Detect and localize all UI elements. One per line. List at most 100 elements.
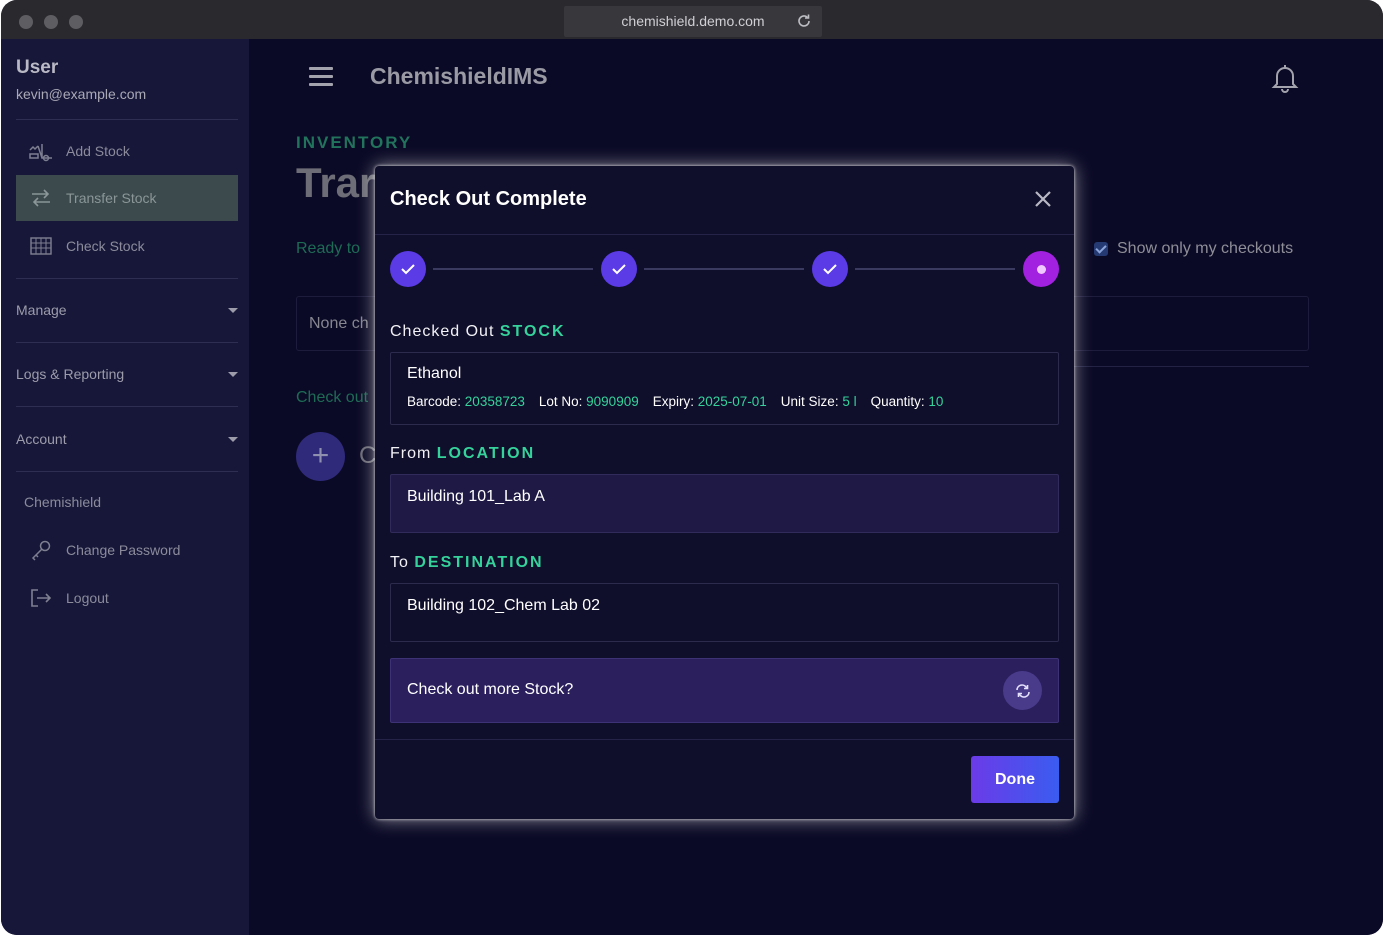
check-out-more-label: Check out more Stock? (407, 681, 574, 698)
grid-icon (16, 237, 66, 255)
sidebar-divider (16, 119, 238, 120)
close-icon[interactable] (1034, 190, 1052, 208)
sidebar-divider (16, 406, 238, 407)
section-accent: LOCATION (436, 445, 536, 462)
to-section-label: To DESTINATION (390, 554, 544, 572)
sidebar-item-logout[interactable]: Logout (16, 575, 238, 621)
done-button[interactable]: Done (971, 756, 1059, 803)
quantity-label: Quantity: (870, 394, 929, 409)
from-section-label: From LOCATION (390, 445, 535, 463)
page-title: Trar (296, 159, 376, 206)
checkbox-checked-icon[interactable] (1094, 242, 1108, 256)
step-3-complete (812, 251, 848, 287)
check-icon (401, 264, 415, 275)
to-destination-value: Building 102_Chem Lab 02 (407, 597, 601, 614)
sidebar-section-label: Chemishield (24, 494, 102, 510)
url-text: chemishield.demo.com (621, 13, 765, 29)
section-label: INVENTORY (296, 133, 413, 152)
sidebar-divider (16, 342, 238, 343)
check-icon (612, 264, 626, 275)
unit-size-value: 5 l (842, 394, 857, 409)
browser-window: chemishield.demo.com User kevin@example.… (1, 0, 1383, 935)
modal-header: Check Out Complete (375, 166, 1074, 235)
check-out-more-button[interactable] (1003, 671, 1042, 710)
sidebar-item-check-stock[interactable]: Check Stock (16, 223, 238, 269)
lot-value: 9090909 (586, 394, 639, 409)
barcode-label: Barcode: (407, 394, 465, 409)
sidebar-item-transfer-stock[interactable]: Transfer Stock (16, 175, 238, 221)
step-connector (433, 268, 593, 270)
section-prefix: From (390, 445, 437, 462)
sidebar-item-label: Check Stock (66, 238, 145, 254)
sidebar-user-name: User (16, 57, 59, 78)
key-icon (16, 539, 66, 561)
maximize-window-dot[interactable] (69, 15, 83, 29)
step-connector (644, 268, 804, 270)
stock-details-box: Ethanol Barcode: 20358723 Lot No: 9090909… (390, 352, 1059, 425)
sidebar-group-label: Manage (16, 302, 67, 318)
check-icon (823, 264, 837, 275)
section-accent: DESTINATION (414, 554, 544, 571)
step-2-complete (601, 251, 637, 287)
section-accent: STOCK (499, 323, 566, 340)
checkout-prompt-text: Check out (296, 389, 369, 406)
current-step-dot-icon (1036, 264, 1046, 274)
sidebar-divider (16, 278, 238, 279)
transfer-arrows-icon (16, 189, 66, 207)
add-checkout-label: C (359, 442, 377, 469)
minimize-window-dot[interactable] (44, 15, 58, 29)
expiry-label: Expiry: (652, 394, 698, 409)
sidebar-group-account[interactable]: Account (16, 424, 238, 454)
modal-title: Check Out Complete (390, 188, 587, 210)
sidebar-item-add-stock[interactable]: Add Stock (16, 128, 238, 174)
add-checkout-button[interactable]: + (296, 432, 345, 481)
sidebar-item-label: Change Password (66, 542, 181, 558)
to-destination-box: Building 102_Chem Lab 02 (390, 583, 1059, 642)
show-only-my-checkouts-toggle[interactable]: Show only my checkouts (1094, 240, 1293, 258)
sidebar-item-label: Logout (66, 590, 109, 606)
quantity-value: 10 (928, 394, 944, 409)
browser-titlebar: chemishield.demo.com (1, 0, 1383, 39)
caret-down-icon (228, 307, 238, 313)
section-prefix: Checked Out (390, 323, 500, 340)
stock-meta: Barcode: 20358723 Lot No: 9090909 Expiry: … (407, 394, 943, 409)
from-location-value: Building 101_Lab A (407, 488, 545, 505)
sidebar-item-label: Add Stock (66, 143, 130, 159)
expiry-value: 2025-07-01 (697, 394, 767, 409)
check-out-complete-modal: Check Out Complete Checked Out STOCK Eth… (375, 166, 1074, 819)
modal-footer-divider (375, 739, 1074, 740)
unit-size-label: Unit Size: (780, 394, 843, 409)
sidebar-group-manage[interactable]: Manage (16, 295, 238, 325)
show-only-my-checkouts-label: Show only my checkouts (1117, 240, 1294, 257)
caret-down-icon (228, 436, 238, 442)
ready-text: Ready to (296, 240, 361, 257)
sidebar-group-label: Account (16, 431, 67, 447)
forklift-icon (16, 140, 66, 162)
address-bar[interactable]: chemishield.demo.com (564, 6, 822, 37)
bell-icon[interactable] (1271, 63, 1299, 93)
close-window-dot[interactable] (19, 15, 33, 29)
stock-name: Ethanol (407, 365, 462, 382)
step-1-complete (390, 251, 426, 287)
reload-icon[interactable] (796, 13, 812, 29)
empty-state-text: None ch (309, 315, 369, 332)
sidebar-group-logs-reporting[interactable]: Logs & Reporting (16, 359, 238, 389)
app-title: ChemishieldIMS (370, 63, 548, 89)
step-4-current (1023, 251, 1059, 287)
sidebar-divider (16, 471, 238, 472)
check-out-more-stock-row[interactable]: Check out more Stock? (390, 658, 1059, 723)
sidebar-item-label: Transfer Stock (66, 190, 157, 206)
section-prefix: To (390, 554, 415, 571)
sidebar-item-change-password[interactable]: Change Password (16, 527, 238, 573)
lot-label: Lot No: (538, 394, 587, 409)
sidebar: User kevin@example.com Add Stock Transfe… (1, 39, 249, 935)
hamburger-menu-icon[interactable] (309, 67, 333, 87)
divider (1069, 366, 1309, 367)
logout-icon (16, 588, 66, 608)
step-connector (855, 268, 1015, 270)
refresh-arrows-icon (1015, 683, 1030, 698)
from-location-box: Building 101_Lab A (390, 474, 1059, 533)
stock-section-label: Checked Out STOCK (390, 323, 566, 341)
sidebar-group-label: Logs & Reporting (16, 366, 125, 382)
sidebar-user-email: kevin@example.com (16, 86, 147, 102)
